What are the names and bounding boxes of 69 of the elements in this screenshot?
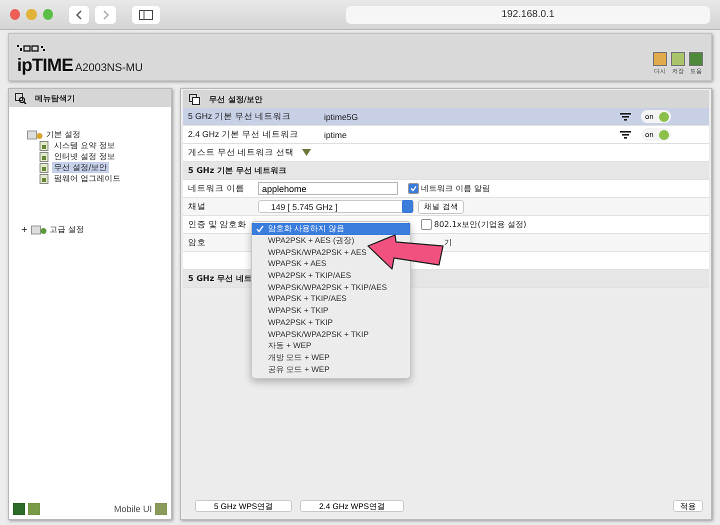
tree-item[interactable]: 인터넷 설정 정보	[52, 151, 118, 162]
dropdown-option[interactable]: 개방 모드 + WEP	[252, 352, 332, 364]
show-password-label[interactable]: 기	[444, 237, 452, 248]
wps-button[interactable]: 5 GHz WPS연결	[195, 500, 292, 512]
section-title: 5 GHz 무선 네트	[188, 273, 252, 284]
section-title: 5 GHz 기본 무선 네트워크	[188, 165, 287, 176]
expand-marker[interactable]: +	[21, 225, 28, 234]
tree-item[interactable]: 무선 설정/보안	[52, 162, 110, 173]
address-bar[interactable]: 192.168.0.1	[346, 6, 710, 24]
page-icon	[39, 162, 49, 172]
folder-icon	[30, 224, 47, 234]
dropdown-option[interactable]: WPAPSK + TKIP/AES	[252, 293, 349, 305]
mobile-ui-link[interactable]: Mobile UI	[114, 504, 152, 514]
signal-icon	[620, 112, 631, 120]
dropdown-option[interactable]: WPAPSK/WPA2PSK + TKIP	[252, 328, 371, 340]
folder-icon	[27, 130, 43, 140]
dropdown-option[interactable]: WPAPSK/WPA2PSK + TKIP/AES	[252, 281, 389, 294]
dropdown-option[interactable]: WPAPSK/WPA2PSK + AES	[252, 246, 369, 258]
checkmark-icon	[256, 224, 264, 233]
sidebar-title: 메뉴탐색기	[35, 92, 75, 104]
back-button[interactable]	[68, 6, 90, 24]
checkbox-label: 네트워크 이름 알림	[421, 183, 490, 194]
checkbox-label: 802.1x보안(기업용 설정)	[434, 219, 526, 230]
page-icon	[39, 174, 49, 184]
dropdown-option[interactable]: 자동 + WEP	[252, 340, 314, 352]
network-ssid: iptime5G	[324, 112, 358, 122]
checkbox[interactable]	[408, 183, 419, 194]
tree-folder[interactable]: 기본 설정	[46, 129, 81, 140]
network-ssid: iptime	[324, 130, 347, 140]
network-band-label: 5 GHz 기본 무선 네트워크	[188, 110, 292, 122]
dropdown-option[interactable]: 공유 모드 + WEP	[252, 363, 332, 375]
model-name: A2003NS-MU	[75, 62, 143, 74]
back-icon	[75, 10, 84, 20]
minimize-window-button[interactable]	[26, 9, 37, 20]
dropdown-option[interactable]: 암호화 사용하지 않음	[252, 223, 410, 235]
signal-icon	[620, 130, 631, 138]
logo-icon	[17, 45, 47, 52]
channel-select[interactable]: 149 [ 5.745 GHz ]	[258, 200, 414, 213]
search-icon	[15, 92, 27, 104]
network-name-field[interactable]: applehome	[258, 182, 398, 195]
dropdown-option[interactable]: WPA2PSK + AES (권장)	[252, 234, 356, 246]
maximize-window-button[interactable]	[42, 9, 53, 20]
field-label: 암호	[188, 236, 206, 248]
tree-folder[interactable]: 고급 설정	[50, 224, 84, 235]
page-icon	[39, 152, 49, 162]
field-label: 인증 및 암호화	[188, 218, 247, 230]
tree-item[interactable]: 시스템 요약 정보	[52, 140, 118, 151]
forward-button[interactable]	[95, 6, 116, 24]
field-label: 채널	[188, 200, 206, 212]
dropdown-triangle-icon[interactable]	[302, 149, 312, 156]
sidebar-icon	[138, 10, 153, 20]
settings-title: 무선 설정/보안	[209, 94, 263, 104]
sidebar-button[interactable]	[132, 6, 160, 24]
wps-button[interactable]: 2.4 GHz WPS연결	[300, 500, 404, 512]
dropdown-option[interactable]: WPA2PSK + TKIP	[252, 316, 335, 328]
page-icon	[39, 140, 49, 150]
dropdown-option[interactable]: WPAPSK + AES	[252, 258, 328, 270]
network-band-label: 2.4 GHz 기본 무선 네트워크	[188, 128, 298, 140]
dropdown-option[interactable]: WPAPSK + TKIP	[252, 304, 330, 316]
tree-item[interactable]: 펌웨어 업그레이드	[52, 173, 123, 184]
field-label: 네트워크 이름	[188, 182, 244, 194]
apply-button[interactable]: 적용	[673, 500, 703, 512]
guest-network-label[interactable]: 게스트 무선 네트워크 선택	[188, 146, 294, 158]
brand-logo: ipTIME	[17, 55, 73, 76]
windows-icon	[189, 94, 201, 104]
forward-icon	[102, 10, 110, 20]
close-window-button[interactable]	[10, 9, 20, 20]
dropdown-option[interactable]: WPA2PSK + TKIP/AES	[252, 270, 354, 282]
checkbox[interactable]	[421, 219, 432, 230]
